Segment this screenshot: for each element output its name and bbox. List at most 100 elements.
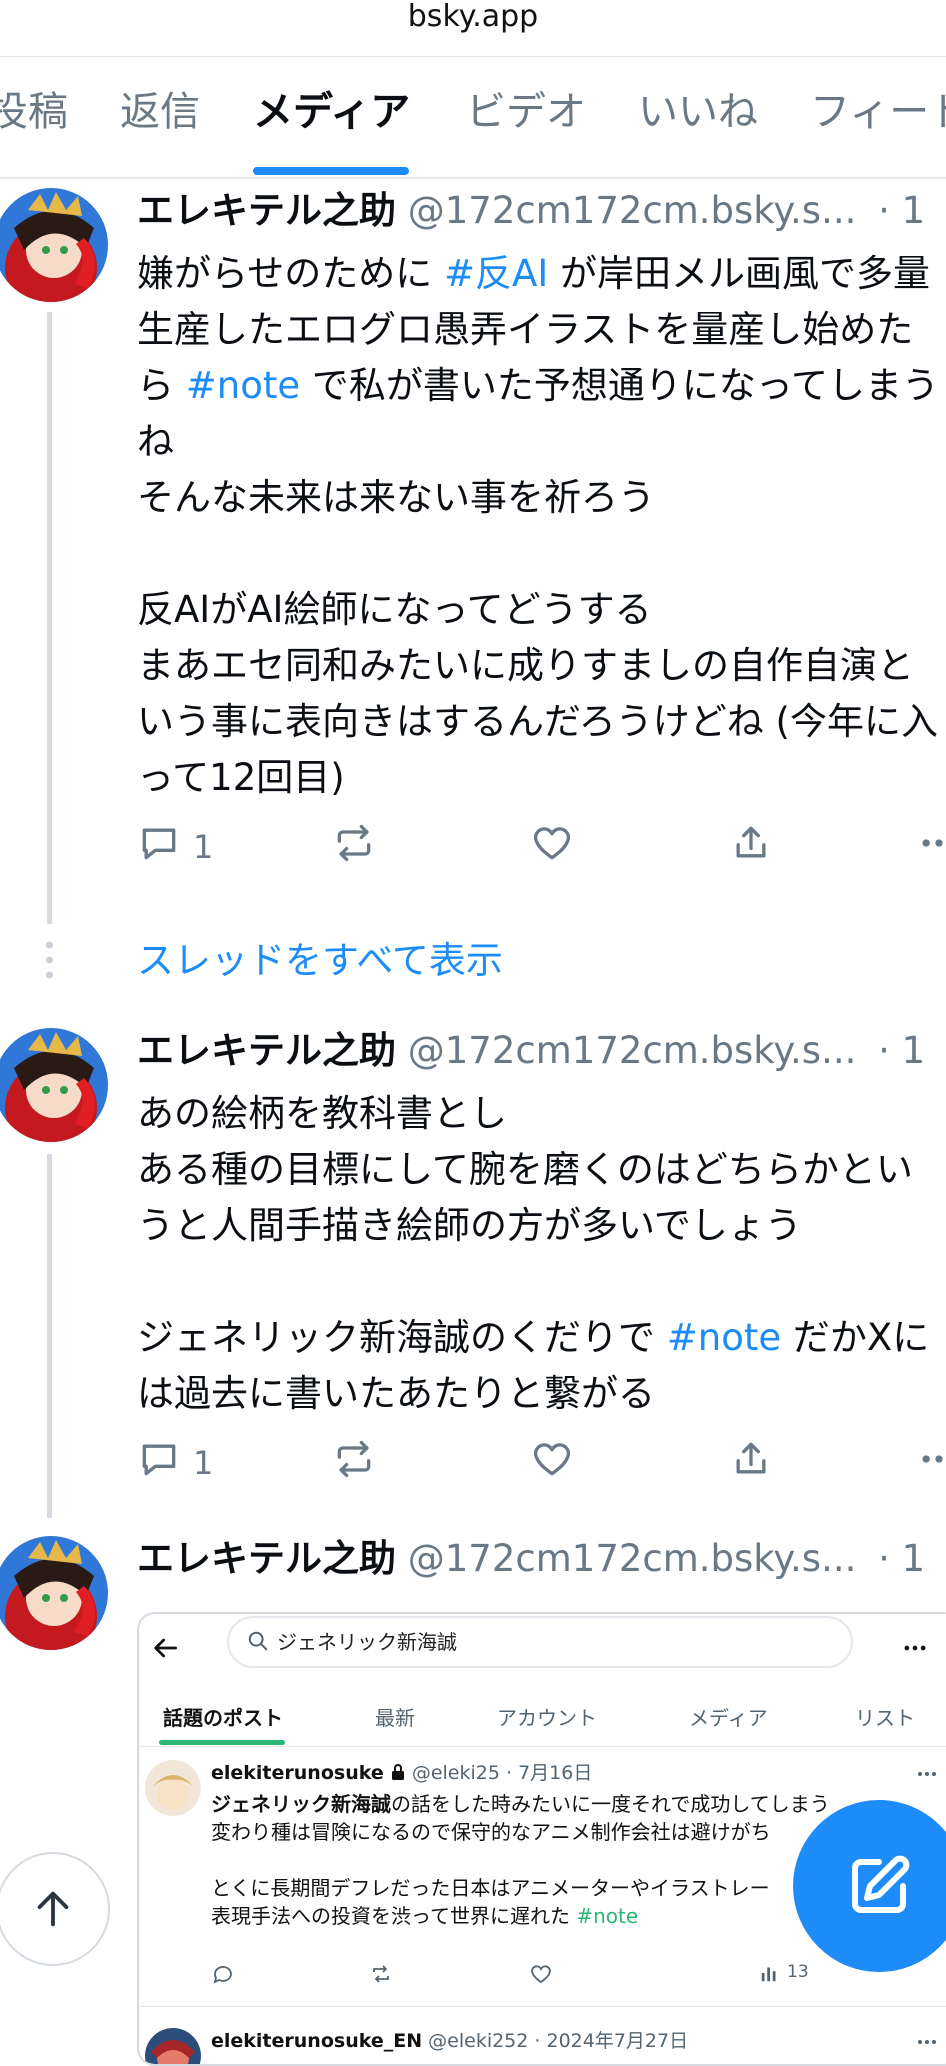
avatar-image	[0, 1028, 108, 1142]
repost-button[interactable]	[332, 822, 376, 872]
avatar-image	[0, 1536, 108, 1650]
post-time[interactable]: · 1	[878, 189, 925, 232]
like-button[interactable]	[530, 1438, 574, 1488]
heart-icon	[530, 821, 574, 873]
reply-icon	[213, 1966, 232, 1984]
author-name[interactable]: エレキテル之助	[137, 1537, 396, 1580]
embed-author-handle: @eleki252 · 2024年7月27日	[428, 2030, 689, 2052]
thread-line	[47, 312, 52, 924]
back-arrow-icon	[154, 1638, 177, 1658]
author-handle[interactable]: @172cm172cm.bsky.s...	[408, 1029, 857, 1072]
show-full-thread-link[interactable]: スレッドをすべて表示	[137, 933, 503, 989]
embed-views: 13	[787, 1962, 809, 1982]
post-author: エレキテル之助 @172cm172cm.bsky.s... · 1	[137, 1536, 925, 1582]
repost-icon	[332, 1437, 376, 1489]
more-icon	[917, 1437, 946, 1489]
heart-icon	[530, 1437, 574, 1489]
reply-count: 1	[193, 828, 214, 866]
post-text-segment: で私が書いた予想通りになってしまう ね そんな未来は来ない事を祈ろう 反AIがA…	[137, 364, 940, 799]
hashtag-link[interactable]: #note	[667, 1316, 781, 1359]
author-handle[interactable]: @172cm172cm.bsky.s...	[408, 1537, 857, 1580]
post-text: あの絵柄を教科書とし ある種の目標にして腕を磨くのはどちらかとい うと人間手描き…	[137, 1086, 946, 1422]
more-icon	[917, 821, 946, 873]
post-actions: 1	[137, 822, 946, 872]
post-author: エレキテル之助 @172cm172cm.bsky.s... · 1	[137, 1028, 925, 1074]
share-icon	[729, 1437, 773, 1489]
embed-post-header: elekiterunosuke_EN @eleki252 · 2024年7月27…	[211, 2026, 688, 2053]
embed-search-value: ジェネリック新海誠	[277, 1630, 457, 1654]
author-name[interactable]: エレキテル之助	[137, 189, 396, 232]
embed-tabs: 話題のポスト 最新 アカウント メディア リスト	[139, 1684, 946, 1747]
reply-button[interactable]: 1	[137, 1438, 213, 1488]
post-text-segment: 嫌がらせのために	[137, 252, 445, 295]
tab-likes[interactable]: いいね	[638, 87, 758, 137]
embed-actions: 13	[211, 1962, 946, 1992]
like-button[interactable]	[530, 822, 574, 872]
post-actions: 1	[137, 1438, 946, 1488]
post-text: 嫌がらせのために #反AI が岸田メル画風で多量 生産したエログロ愚弄イラストを…	[137, 246, 946, 806]
profile-tabs: 投稿 返信 メディア ビデオ いいね フィード	[0, 57, 946, 179]
embed-author-name: elekiterunosuke	[211, 1762, 384, 1784]
more-icon	[904, 1645, 926, 1651]
more-icon	[918, 1772, 936, 1776]
embed-tag: #note	[576, 1904, 639, 1928]
embed-tab-media: メディア	[689, 1706, 768, 1730]
embed-avatar	[145, 1760, 201, 1816]
tab-posts[interactable]: 投稿	[0, 87, 68, 137]
embed-avatar	[145, 2028, 201, 2064]
embed-tab-lists: リスト	[855, 1706, 915, 1730]
post-time[interactable]: · 1	[878, 1029, 925, 1072]
embed-line: 表現手法への投資を渋って世界に遅れた	[211, 1904, 577, 1928]
tab-videos[interactable]: ビデオ	[466, 87, 586, 137]
embed-tab-indicator	[159, 1740, 285, 1745]
share-button[interactable]	[729, 822, 773, 872]
embed-bold-term: ジェネリック新海誠	[211, 1792, 391, 1816]
views-icon	[761, 1967, 776, 1982]
embed-search-box: ジェネリック新海誠	[227, 1616, 853, 1668]
active-tab-indicator	[253, 167, 409, 175]
scroll-to-top-button[interactable]	[0, 1852, 110, 1966]
tab-media[interactable]: メディア	[253, 87, 410, 137]
browser-bar: bsky.app	[0, 0, 946, 57]
embed-line: の話をした時みたいに一度それで成功してしまう	[391, 1792, 830, 1816]
avatar[interactable]	[0, 188, 108, 302]
reply-count: 1	[193, 1444, 214, 1482]
embed-post-header: elekiterunosuke @eleki25 · 7月16日	[211, 1758, 592, 1785]
more-icon	[918, 2040, 936, 2044]
thread-dots-icon	[46, 941, 53, 979]
arrow-up-icon	[37, 1891, 69, 1927]
hashtag-link[interactable]: #反AI	[444, 252, 548, 295]
heart-icon	[531, 1965, 551, 1984]
embed-tab-latest: 最新	[375, 1706, 415, 1730]
author-name[interactable]: エレキテル之助	[137, 1029, 396, 1072]
more-button[interactable]	[917, 822, 946, 872]
thread-line	[47, 1154, 52, 1518]
repost-button[interactable]	[332, 1438, 376, 1488]
compose-icon	[852, 1855, 910, 1913]
post-author: エレキテル之助 @172cm172cm.bsky.s... · 1	[137, 188, 925, 234]
embed-divider	[139, 2006, 946, 2007]
search-icon	[248, 1631, 268, 1651]
lock-icon	[391, 1764, 404, 1780]
embed-author-handle: @eleki25 · 7月16日	[411, 1762, 593, 1784]
reply-icon	[137, 1437, 181, 1489]
avatar[interactable]	[0, 1028, 108, 1142]
reply-icon	[137, 821, 181, 873]
reply-button[interactable]: 1	[137, 822, 213, 872]
share-icon	[729, 821, 773, 873]
tab-replies[interactable]: 返信	[120, 87, 200, 137]
avatar[interactable]	[0, 1536, 108, 1650]
repost-icon	[332, 821, 376, 873]
share-button[interactable]	[729, 1438, 773, 1488]
tab-feeds[interactable]: フィード	[810, 87, 946, 137]
embed-author-name: elekiterunosuke_EN	[211, 2030, 423, 2052]
repost-icon	[373, 1965, 389, 1983]
avatar-image	[0, 188, 108, 302]
author-handle[interactable]: @172cm172cm.bsky.s...	[408, 189, 857, 232]
post-time[interactable]: · 1	[878, 1537, 925, 1580]
more-button[interactable]	[917, 1438, 946, 1488]
url-label[interactable]: bsky.app	[0, 0, 946, 34]
hashtag-link[interactable]: #note	[186, 364, 300, 407]
embed-tab-accounts: アカウント	[497, 1706, 597, 1730]
embed-tab-top: 話題のポスト	[163, 1706, 283, 1730]
